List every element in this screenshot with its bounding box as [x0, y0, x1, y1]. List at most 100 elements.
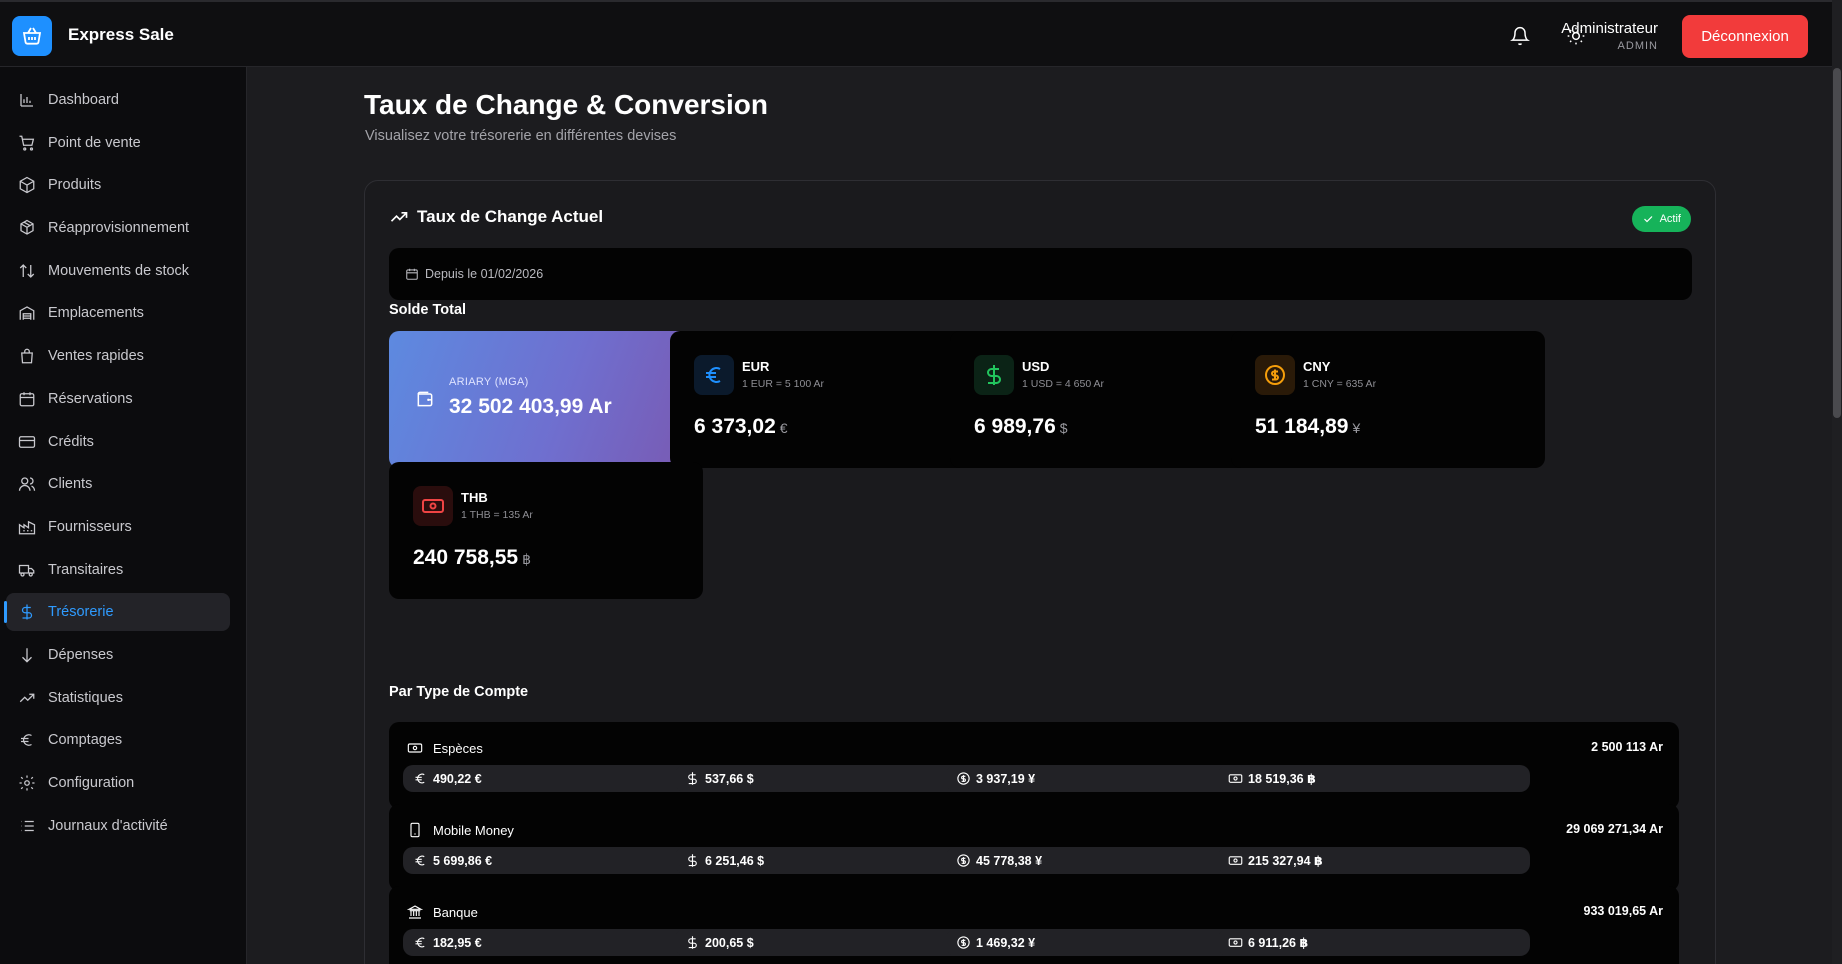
sidebar-item-dashboard[interactable]: Dashboard — [6, 81, 230, 119]
conversion-value: 6 911,26 ฿ — [1248, 936, 1309, 950]
balance-card-cny: CNY 1 CNY = 635 Ar 51 184,89 ¥ — [1231, 331, 1545, 468]
sidebar-item-tresorerie[interactable]: Trésorerie — [4, 593, 230, 632]
dollar-icon — [688, 936, 697, 949]
conversion-value: 6 251,46 $ — [705, 853, 765, 868]
account-total: 933 019,65 Ar — [1583, 904, 1663, 918]
currency-code: CNY — [1303, 359, 1331, 374]
banknote-icon — [1228, 774, 1243, 783]
sidebar-item-ventes-rapides[interactable]: Ventes rapides — [6, 337, 230, 375]
user-role: ADMIN — [1617, 40, 1658, 52]
sidebar-item-emplacements[interactable]: Emplacements — [6, 294, 230, 332]
app-logo[interactable] — [12, 16, 52, 56]
account-total: 29 069 271,34 Ar — [1566, 822, 1663, 836]
currency-icon-box — [1255, 355, 1295, 395]
balance-card-thb: THB 1 THB = 135 Ar 240 758,55 ฿ — [389, 462, 703, 599]
sidebar-item-credits[interactable]: Crédits — [6, 423, 230, 461]
sidebar-item-label: Crédits — [48, 433, 94, 450]
list-icon — [21, 820, 34, 831]
euro-icon — [415, 855, 425, 866]
wallet-icon — [417, 391, 433, 407]
sidebar-item-statistiques[interactable]: Statistiques — [6, 679, 230, 717]
calendar-icon — [19, 392, 35, 407]
sidebar-item-depenses[interactable]: Dépenses — [6, 636, 230, 674]
logout-button[interactable]: Déconnexion — [1682, 15, 1808, 58]
sidebar-item-mouvements-de-stock[interactable]: Mouvements de stock — [6, 252, 230, 290]
currency-symbol: $ — [1059, 420, 1068, 436]
sidebar-item-label: Trésorerie — [48, 604, 114, 621]
cart-icon — [19, 135, 35, 151]
currency-icon-box — [413, 486, 453, 526]
main-content: Taux de Change & Conversion Visualisez v… — [248, 67, 1832, 964]
conversion-value: 215 327,94 ฿ — [1248, 854, 1323, 868]
sidebar-item-reservations[interactable]: Réservations — [6, 380, 230, 418]
euro-icon — [21, 734, 32, 747]
conversion-value: 1 469,32 ¥ — [976, 935, 1036, 950]
card-title-text: Taux de Change Actuel — [417, 207, 604, 226]
coin-icon — [1265, 365, 1285, 385]
sidebar-item-label: Dashboard — [48, 92, 119, 108]
conversion-chip-cny: 3 937,19 ¥ — [946, 765, 1258, 792]
conversion-chip-eur: 490,22 € — [403, 765, 715, 792]
arrows-updown-icon — [19, 263, 35, 278]
bag-icon — [21, 348, 33, 364]
currency-code: EUR — [742, 359, 770, 374]
user-info: Administrateur ADMIN — [1561, 20, 1658, 52]
currency-symbol: € — [779, 420, 788, 436]
phone-icon — [410, 822, 420, 838]
sidebar-item-point-de-vente[interactable]: Point de vente — [6, 124, 230, 162]
conversion-chip-cny: 45 778,38 ¥ — [946, 847, 1258, 874]
sidebar-item-reapprovisionnement[interactable]: Réapprovisionnement — [6, 209, 230, 247]
sidebar-item-label: Réapprovisionnement — [48, 220, 190, 237]
conversion-chip-thb: 215 327,94 ฿ — [1218, 847, 1530, 874]
banknote-icon — [407, 743, 423, 753]
chart-icon — [20, 94, 33, 107]
page-subtitle: Visualisez votre trésorerie en différent… — [365, 128, 677, 144]
sidebar-item-journaux-d-activite[interactable]: Journaux d'activité — [6, 807, 230, 845]
since-text: Depuis le 01/02/2026 — [425, 267, 544, 281]
sidebar-item-fournisseurs[interactable]: Fournisseurs — [6, 508, 230, 546]
scrollbar-thumb[interactable] — [1833, 68, 1841, 418]
currency-rate: 1 CNY = 635 Ar — [1303, 378, 1377, 390]
conversion-chip-eur: 5 699,86 € — [403, 847, 715, 874]
currency-balance: 6 989,76 $ — [974, 415, 1068, 439]
conversion-value: 490,22 € — [433, 771, 482, 786]
conversion-value: 3 937,19 ¥ — [976, 771, 1036, 786]
sidebar-item-label: Configuration — [48, 775, 135, 791]
sidebar-item-clients[interactable]: Clients — [6, 465, 230, 503]
conversion-chip-usd: 200,65 $ — [675, 929, 987, 956]
trending-up-icon — [390, 212, 408, 222]
account-row: Mobile Money 29 069 271,34 Ar 5 699,86 € 6 … — [389, 804, 1679, 891]
conversion-value: 182,95 € — [433, 935, 482, 950]
account-name-text: Banque — [433, 904, 478, 920]
sidebar-item-produits[interactable]: Produits — [6, 166, 230, 204]
card-title: Taux de Change Actuel — [389, 207, 603, 227]
total-title: Solde Total — [389, 302, 467, 318]
currency-value: 51 184,89 — [1255, 415, 1349, 438]
exchange-rate-card: Taux de Change Actuel Actif Depuis le 01… — [364, 180, 1716, 964]
currency-code: THB — [461, 490, 488, 505]
currency-rate: 1 THB = 135 Ar — [461, 509, 533, 521]
sidebar-item-label: Point de vente — [48, 134, 141, 151]
sidebar-item-comptages[interactable]: Comptages — [6, 721, 230, 759]
conversion-value: 45 778,38 ¥ — [976, 853, 1043, 868]
bank-icon — [407, 905, 423, 919]
currency-value: 240 758,55 — [413, 546, 519, 569]
scrollbar[interactable] — [1832, 0, 1842, 964]
warehouse-icon — [19, 306, 35, 321]
sidebar-item-label: Produits — [48, 177, 102, 194]
conversion-value: 537,66 $ — [705, 771, 754, 786]
euro-icon — [415, 937, 425, 948]
users-icon — [18, 477, 36, 492]
sidebar-item-transitaires[interactable]: Transitaires — [6, 551, 230, 589]
currency-rate: 1 USD = 4 650 Ar — [1022, 378, 1105, 390]
mga-value: 32 502 403,99 Ar — [449, 395, 612, 418]
dollar-icon — [21, 604, 33, 620]
account-total: 2 500 113 Ar — [1591, 740, 1663, 754]
banknote-icon — [1228, 938, 1243, 947]
sidebar-item-label: Réservations — [48, 390, 133, 407]
app-title: Express Sale — [68, 25, 174, 44]
bell-icon[interactable] — [1510, 26, 1530, 46]
account-name: Mobile Money — [407, 822, 514, 838]
basket-icon — [22, 27, 42, 45]
sidebar-item-configuration[interactable]: Configuration — [6, 764, 230, 802]
